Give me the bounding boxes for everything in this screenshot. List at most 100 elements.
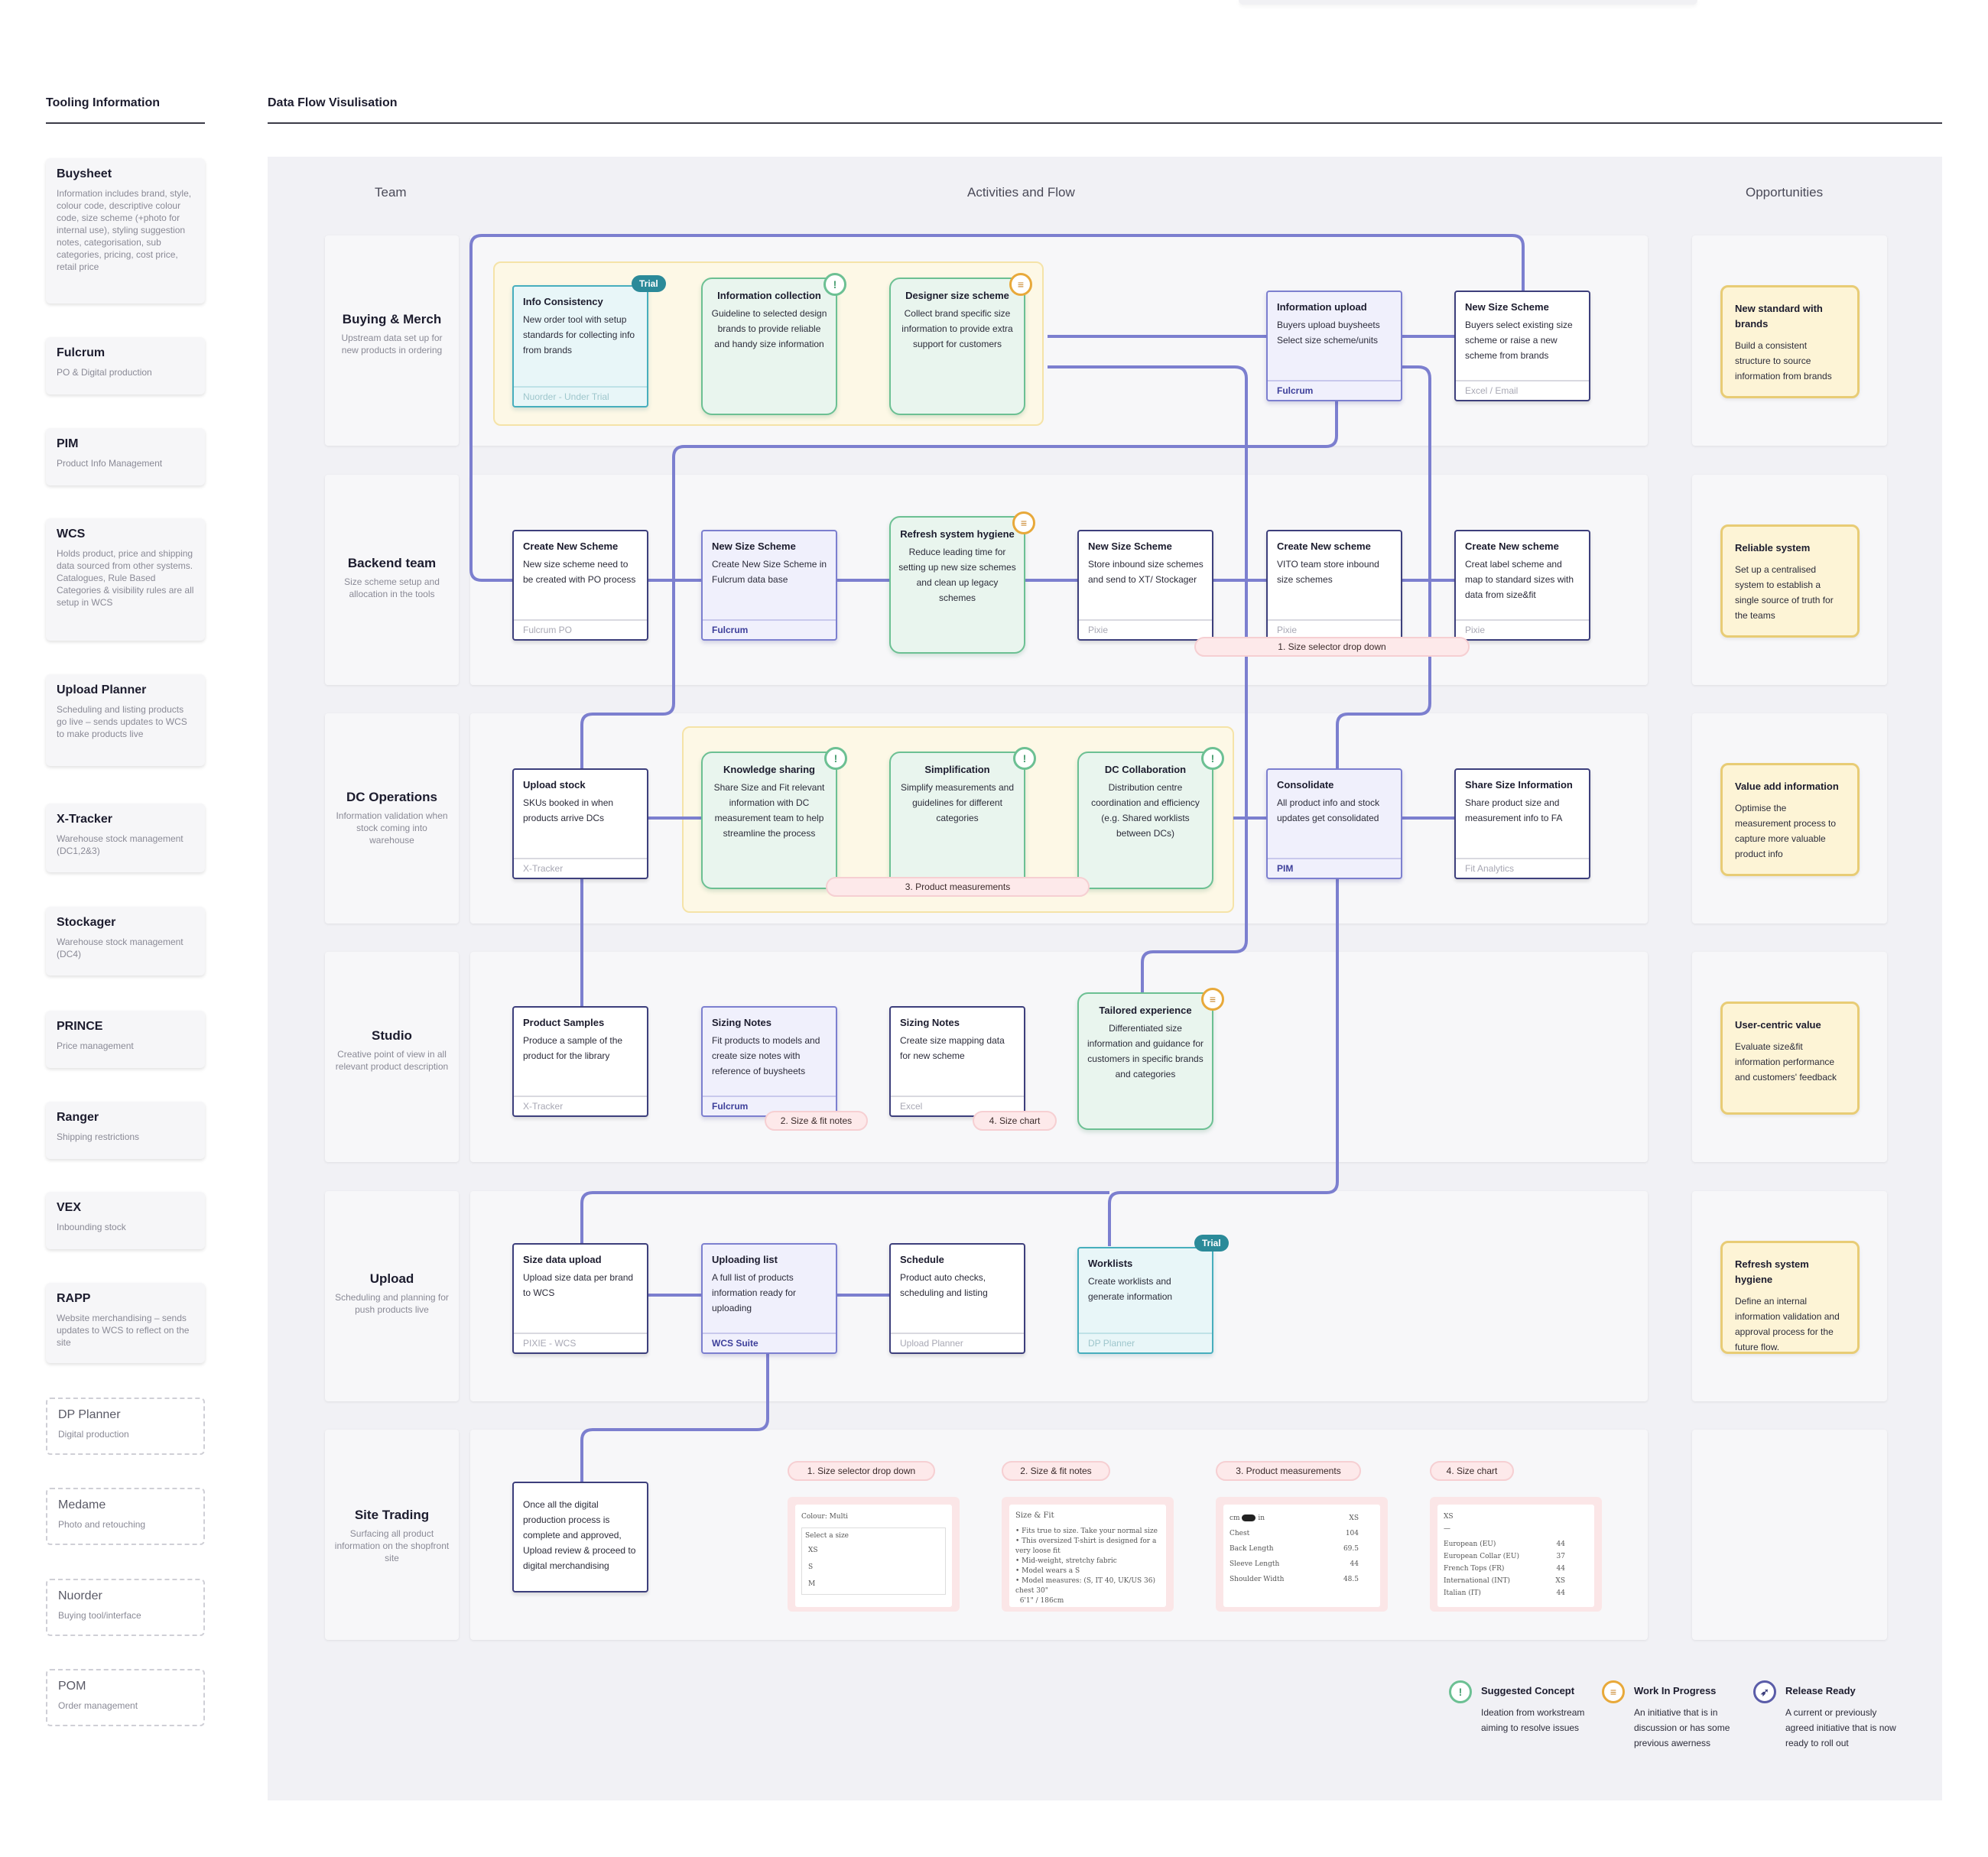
- opportunity-desc: Optimise the measurement process to capt…: [1735, 803, 1837, 859]
- pill-size-selector[interactable]: 1. Size selector drop down: [1194, 637, 1470, 657]
- thumb-row-label: Back Length: [1230, 1545, 1274, 1553]
- trial-badge: Trial: [632, 275, 666, 292]
- node-schedule[interactable]: Schedule Product auto checks, scheduling…: [889, 1243, 1025, 1354]
- thumb-option: XS: [808, 1547, 818, 1554]
- node-tailored-experience[interactable]: Tailored experience Differentiated size …: [1077, 992, 1213, 1130]
- node-title: Create New scheme: [1465, 541, 1559, 552]
- node-title: Upload stock: [523, 779, 586, 791]
- opportunity-value-add[interactable]: Value add information Optimise the measur…: [1720, 763, 1860, 876]
- node-title: Knowledge sharing: [723, 764, 815, 775]
- node-desc: Store inbound size schemes and send to X…: [1088, 559, 1204, 585]
- opportunity-title: Refresh system hygiene: [1735, 1258, 1809, 1285]
- node-uploading-list[interactable]: Uploading list A full list of products i…: [701, 1243, 837, 1354]
- node-title: Information upload: [1277, 301, 1367, 313]
- node-desc: Share Size and Fit relevant information …: [713, 782, 825, 839]
- node-create-new-scheme-vito[interactable]: Create New scheme VITO team store inboun…: [1266, 530, 1402, 641]
- node-desc: Produce a sample of the product for the …: [523, 1035, 623, 1061]
- thumbnail-product-measurements[interactable]: cm in XS Chest 104 Back Length 69.5 Sleeve …: [1216, 1497, 1388, 1612]
- node-product-samples[interactable]: Product Samples Produce a sample of the …: [512, 1006, 648, 1117]
- node-desc: A full list of products information read…: [712, 1272, 797, 1313]
- node-sizing-notes-excel[interactable]: Sizing Notes Create size mapping data fo…: [889, 1006, 1025, 1117]
- node-designer-size-scheme[interactable]: Designer size scheme Collect brand speci…: [889, 278, 1025, 415]
- opportunity-refresh-hygiene[interactable]: Refresh system hygiene Define an internal…: [1720, 1241, 1860, 1354]
- node-new-size-scheme-fulcrum[interactable]: New Size Scheme Create New Size Scheme i…: [701, 530, 837, 641]
- thumb-row-label: International (INT): [1444, 1577, 1511, 1585]
- construction-icon: ≡: [1012, 511, 1035, 534]
- node-desc: Share product size and measurement info …: [1465, 797, 1563, 823]
- node-site-trading-review[interactable]: Once all the digital production process …: [512, 1482, 648, 1592]
- pill-size-chart[interactable]: 4. Size chart: [973, 1111, 1057, 1131]
- node-information-upload[interactable]: Information upload Buyers upload buyshee…: [1266, 291, 1402, 401]
- construction-icon: ≡: [1201, 988, 1224, 1011]
- thumb-col: XS: [1349, 1514, 1359, 1522]
- thumbnail-size-chart[interactable]: XS — European (EU) 44 European Collar (EU…: [1430, 1497, 1602, 1612]
- node-new-size-scheme-pixie[interactable]: New Size Scheme Store inbound size schem…: [1077, 530, 1213, 641]
- pill-size-fit-notes-preview[interactable]: 2. Size & fit notes: [1002, 1461, 1110, 1481]
- node-desc: Differentiated size information and guid…: [1087, 1023, 1204, 1079]
- thumbnail-content: Size & Fit • Fits true to size. Take you…: [1009, 1505, 1166, 1607]
- node-sizing-notes-fulcrum[interactable]: Sizing Notes Fit products to models and …: [701, 1006, 837, 1117]
- thumb-row-label: Chest: [1230, 1530, 1250, 1537]
- legend-title: Work In Progress: [1634, 1685, 1717, 1696]
- node-title: Size data upload: [523, 1254, 602, 1265]
- node-desc: Create worklists and generate informatio…: [1088, 1276, 1173, 1302]
- opportunity-user-centric[interactable]: User-centric value Evaluate size&fit info…: [1720, 1002, 1860, 1115]
- node-new-size-scheme-buying[interactable]: New Size Scheme Buyers select existing s…: [1454, 291, 1590, 401]
- connector-line: [1048, 365, 1248, 994]
- thumbnail-size-fit-notes[interactable]: Size & Fit • Fits true to size. Take you…: [1002, 1497, 1174, 1612]
- pill-size-selector-preview[interactable]: 1. Size selector drop down: [788, 1461, 935, 1481]
- node-tool: Fulcrum: [703, 619, 836, 639]
- node-worklists[interactable]: Worklists Create worklists and generate …: [1077, 1247, 1213, 1354]
- node-dc-collaboration[interactable]: DC Collaboration Distribution centre coo…: [1077, 752, 1213, 889]
- node-upload-stock[interactable]: Upload stock SKUs booked in when product…: [512, 768, 648, 879]
- node-size-data-upload[interactable]: Size data upload Upload size data per br…: [512, 1243, 648, 1354]
- node-title: Sizing Notes: [712, 1017, 772, 1028]
- pill-product-measurements-preview[interactable]: 3. Product measurements: [1216, 1461, 1361, 1481]
- thumb-row: European (EU) 44: [1444, 1538, 1588, 1550]
- node-tool: Upload Planner: [891, 1333, 1024, 1352]
- node-create-new-scheme-label[interactable]: Create New scheme Creat label scheme and…: [1454, 530, 1590, 641]
- node-knowledge-sharing[interactable]: Knowledge sharing Share Size and Fit rel…: [701, 752, 837, 889]
- opportunity-title: Reliable system: [1735, 542, 1811, 554]
- opportunity-reliable-system[interactable]: Reliable system Set up a centralised syst…: [1720, 524, 1860, 638]
- node-consolidate[interactable]: Consolidate All product info and stock u…: [1266, 768, 1402, 879]
- opportunity-desc: Define an internal information validatio…: [1735, 1296, 1840, 1352]
- pill-size-chart-preview[interactable]: 4. Size chart: [1430, 1461, 1514, 1481]
- node-create-new-scheme-po[interactable]: Create New Scheme New size scheme need t…: [512, 530, 648, 641]
- node-desc: Fit products to models and create size n…: [712, 1035, 820, 1076]
- lightbulb-icon: !: [1201, 747, 1224, 770]
- thumb-row-label: Italian (IT): [1444, 1589, 1481, 1597]
- node-information-collection[interactable]: Information collection Guideline to sele…: [701, 278, 837, 415]
- legend-title: Release Ready: [1785, 1685, 1856, 1696]
- node-title: Share Size Information: [1465, 779, 1573, 791]
- thumb-bullet: • Model measures: (S, IT 40, UK/US 36) c…: [1015, 1577, 1155, 1595]
- pill-product-measurements[interactable]: 3. Product measurements: [826, 877, 1090, 897]
- toggle-switch-icon: [1242, 1514, 1256, 1521]
- opportunity-title: New standard with brands: [1735, 303, 1823, 330]
- thumb-row-value: 44: [1556, 1565, 1565, 1573]
- thumb-row-label: French Tops (FR): [1444, 1565, 1505, 1573]
- thumb-row: Italian (IT) 44: [1444, 1587, 1588, 1599]
- thumbnail-content: cm in XS Chest 104 Back Length 69.5 Sleeve …: [1223, 1505, 1380, 1607]
- thumb-toggle-cm: cm: [1230, 1514, 1240, 1522]
- thumb-bullet: 6'1" / 186cm: [1015, 1596, 1160, 1606]
- node-tool: Fulcrum PO: [514, 619, 647, 639]
- thumb-bullet: • Fits true to size. Take your normal si…: [1015, 1527, 1158, 1535]
- node-simplification[interactable]: Simplification Simplify measurements and…: [889, 752, 1025, 889]
- node-tool: Excel / Email: [1456, 380, 1589, 400]
- thumb-bullet-text: Model wears a S: [1022, 1567, 1080, 1575]
- node-share-size-information[interactable]: Share Size Information Share product siz…: [1454, 768, 1590, 879]
- node-desc: Product auto checks, scheduling and list…: [900, 1272, 988, 1298]
- thumbnail-size-selector[interactable]: Colour: Multi Select a size XS S M: [788, 1497, 960, 1612]
- legend-desc: Ideation from workstream aiming to resol…: [1481, 1707, 1585, 1733]
- thumb-head: Size & Fit: [1015, 1511, 1054, 1520]
- lightbulb-icon: !: [1449, 1680, 1472, 1703]
- node-info-consistency[interactable]: Info Consistency New order tool with set…: [512, 285, 648, 407]
- pill-size-fit-notes[interactable]: 2. Size & fit notes: [765, 1111, 868, 1131]
- thumb-bullet: • This oversized T-shirt is designed for…: [1015, 1537, 1157, 1555]
- opportunity-desc: Set up a centralised system to establish…: [1735, 564, 1834, 621]
- node-title: New Size Scheme: [1088, 541, 1172, 552]
- opportunity-new-standard[interactable]: New standard with brands Build a consiste…: [1720, 285, 1860, 398]
- node-refresh-system-hygiene[interactable]: Refresh system hygiene Reduce leading ti…: [889, 516, 1025, 654]
- node-title: Tailored experience: [1099, 1005, 1192, 1016]
